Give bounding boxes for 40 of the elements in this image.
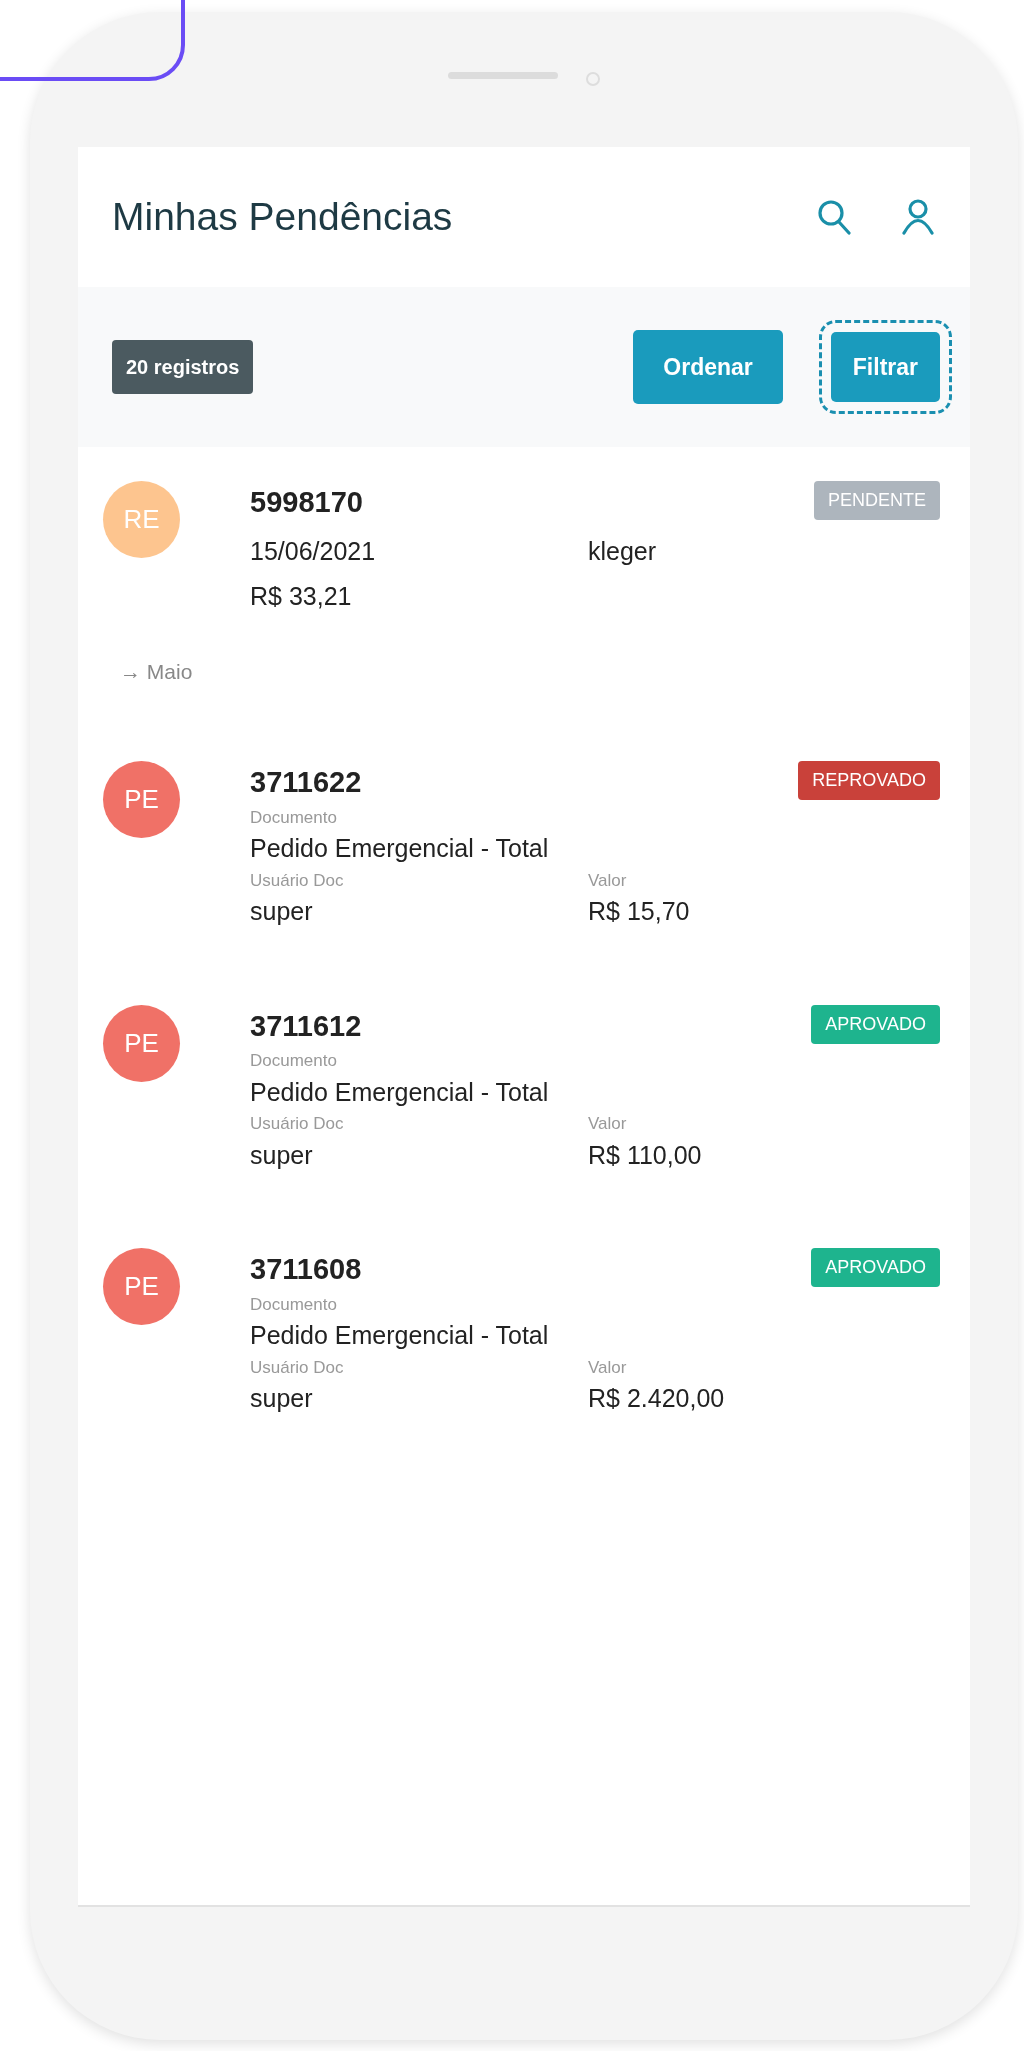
value-text: R$ 33,21: [250, 581, 353, 612]
document-number: 3711612: [250, 1008, 362, 1044]
sort-button[interactable]: Ordenar: [633, 329, 783, 405]
document-text: Pedido Emergencial - Total: [250, 1076, 550, 1108]
user-text: super: [250, 896, 314, 927]
status-label: REPROVADO: [798, 761, 940, 800]
value-text: R$ 2.420,00: [588, 1383, 725, 1414]
document-number: 3711622: [250, 765, 362, 800]
status-label: APROVADO: [811, 1248, 940, 1287]
value-text: R$ 110,00: [588, 1139, 702, 1171]
field-label: Valor: [588, 1113, 627, 1135]
document-number: 5998170: [250, 485, 363, 520]
status-label: PENDENTE: [814, 481, 940, 520]
value-text: R$ 15,70: [588, 896, 690, 927]
field-label: Documento: [250, 1050, 338, 1072]
user-text: super: [250, 1139, 314, 1171]
document-text: Pedido Emergencial - Total: [250, 1320, 550, 1351]
page-title: Minhas Pendências: [112, 193, 454, 240]
field-label: Valor: [588, 869, 627, 892]
filter-button[interactable]: Filtrar: [830, 331, 940, 403]
field-label: Valor: [588, 1356, 627, 1379]
date-text: 15/06/2021: [250, 535, 377, 567]
document-text: Pedido Emergencial - Total: [250, 833, 550, 864]
user-text: kleger: [588, 535, 657, 567]
search-icon[interactable]: [817, 199, 851, 235]
field-label: Usuário Doc: [250, 1113, 345, 1135]
document-number: 3711608: [250, 1252, 362, 1287]
avatar: PE: [103, 761, 180, 838]
field-label: Documento: [250, 806, 338, 829]
field-label: Usuário Doc: [250, 869, 345, 892]
avatar: RE: [103, 481, 180, 558]
avatar: PE: [103, 1004, 180, 1082]
user-text: super: [250, 1383, 314, 1414]
user-icon[interactable]: [901, 199, 935, 235]
status-label: APROVADO: [811, 1004, 940, 1044]
avatar: PE: [103, 1248, 180, 1325]
field-label: Documento: [250, 1293, 338, 1316]
field-label: Usuário Doc: [250, 1356, 345, 1379]
record-count-badge: 20 registros: [112, 340, 254, 394]
section-heading: → Maio: [119, 658, 194, 685]
